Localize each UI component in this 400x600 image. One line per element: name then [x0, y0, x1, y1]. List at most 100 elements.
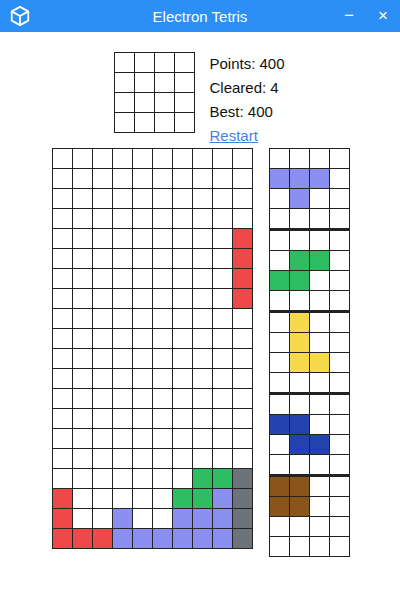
grid-cell: [135, 73, 155, 93]
board-cell: [53, 309, 73, 329]
board-cell: [193, 449, 213, 469]
board-cell: [233, 189, 253, 209]
grid-cell: [310, 373, 330, 393]
grid-cell: [270, 517, 290, 537]
board-cell: [93, 489, 113, 509]
board-cell: [233, 409, 253, 429]
board-cell: [213, 329, 233, 349]
board-cell: [193, 189, 213, 209]
board-cell: [113, 529, 133, 549]
next-piece: [269, 393, 350, 475]
board-cell: [113, 149, 133, 169]
grid-cell: [115, 113, 135, 133]
board-cell: [153, 529, 173, 549]
board-cell: [53, 289, 73, 309]
grid-cell: [175, 73, 195, 93]
board-cell: [113, 289, 133, 309]
board-cell: [153, 489, 173, 509]
grid-cell: [310, 455, 330, 475]
next-piece: [269, 311, 350, 393]
board-cell: [133, 349, 153, 369]
board-cell: [73, 469, 93, 489]
grid-cell: [270, 435, 290, 455]
board-cell: [113, 309, 133, 329]
board-cell: [73, 189, 93, 209]
hold-grid: [114, 52, 195, 133]
board-cell: [233, 329, 253, 349]
board-cell: [233, 249, 253, 269]
board-cell: [153, 309, 173, 329]
grid-cell: [310, 251, 330, 271]
board-cell: [113, 229, 133, 249]
board-cell: [53, 169, 73, 189]
board-cell: [193, 389, 213, 409]
board-cell: [173, 449, 193, 469]
grid-cell: [270, 169, 290, 189]
board-cell: [173, 409, 193, 429]
board-cell: [233, 489, 253, 509]
grid-cell: [290, 497, 310, 517]
board-cell: [133, 249, 153, 269]
grid-cell: [330, 231, 350, 251]
grid-cell: [310, 333, 330, 353]
board-cell: [53, 329, 73, 349]
board-cell: [133, 449, 153, 469]
board-cell: [233, 389, 253, 409]
grid-cell: [270, 313, 290, 333]
grid-cell: [330, 537, 350, 557]
grid-cell: [290, 169, 310, 189]
board-cell: [233, 349, 253, 369]
board-cell: [233, 229, 253, 249]
board-cell: [53, 469, 73, 489]
board-cell: [153, 389, 173, 409]
board-cell: [53, 529, 73, 549]
grid-cell: [310, 291, 330, 311]
board-cell: [113, 489, 133, 509]
board-cell: [93, 329, 113, 349]
board-cell: [233, 469, 253, 489]
grid-cell: [310, 169, 330, 189]
board-cell: [73, 429, 93, 449]
board-cell: [153, 429, 173, 449]
board: [52, 148, 253, 549]
board-cell: [73, 369, 93, 389]
grid-cell: [270, 231, 290, 251]
board-cell: [93, 389, 113, 409]
grid-cell: [270, 251, 290, 271]
grid-cell: [330, 189, 350, 209]
board-cell: [113, 189, 133, 209]
board-cell: [213, 169, 233, 189]
board-cell: [93, 209, 113, 229]
grid-cell: [155, 93, 175, 113]
board-cell: [153, 169, 173, 189]
grid-cell: [290, 291, 310, 311]
board-cell: [113, 369, 133, 389]
grid-cell: [290, 271, 310, 291]
board-cell: [173, 529, 193, 549]
board-cell: [133, 229, 153, 249]
grid-cell: [310, 395, 330, 415]
window-control-button[interactable]: ×: [366, 0, 400, 32]
grid-cell: [330, 373, 350, 393]
board-cell: [193, 349, 213, 369]
window-control-button[interactable]: −: [332, 0, 366, 32]
board-cell: [173, 469, 193, 489]
board-cell: [173, 509, 193, 529]
grid-cell: [330, 497, 350, 517]
restart-link[interactable]: Restart: [210, 124, 285, 148]
board-cell: [193, 309, 213, 329]
app-window: Electron Tetris−×Points: 400Cleared: 4Be…: [0, 0, 400, 600]
board-cell: [193, 409, 213, 429]
board-cell: [233, 209, 253, 229]
board-cell: [213, 509, 233, 529]
board-cell: [213, 349, 233, 369]
grid-cell: [310, 477, 330, 497]
board-cell: [133, 509, 153, 529]
board-cell: [133, 529, 153, 549]
grid-cell: [290, 373, 310, 393]
grid-cell: [115, 73, 135, 93]
grid-cell: [290, 209, 310, 229]
board-cell: [113, 429, 133, 449]
title-bar: Electron Tetris−×: [0, 0, 400, 32]
board-cell: [173, 329, 193, 349]
